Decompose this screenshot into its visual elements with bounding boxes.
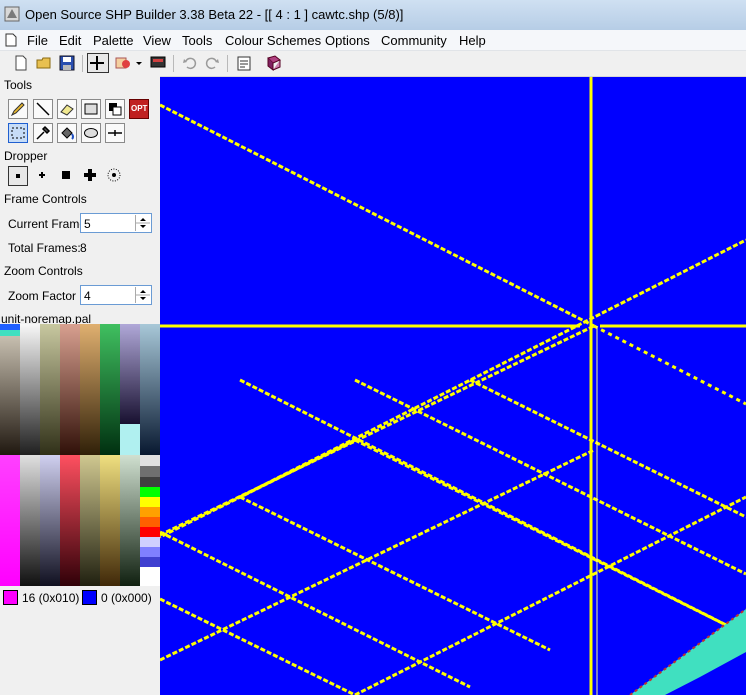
menu-tools[interactable]: Tools [182,33,212,48]
palette-grid[interactable] [0,324,160,586]
right-color-swatch[interactable] [82,590,97,605]
darken-lighten-icon[interactable] [105,99,125,119]
left-panel: Tools OPT Dropper Frame Controls Current… [0,76,160,695]
save-icon[interactable] [58,54,76,72]
opt-icon[interactable]: OPT [129,99,149,119]
single-pixel-icon[interactable] [8,166,28,186]
undo-icon[interactable] [181,54,199,72]
menu-palette[interactable]: Palette [93,33,133,48]
title-bar: Open Source SHP Builder 3.38 Beta 22 - [… [0,0,746,31]
menu-bar: File Edit Palette View Tools Colour Sche… [0,30,746,51]
menu-view[interactable]: View [143,33,171,48]
menu-file[interactable]: File [27,33,48,48]
ellipse-icon[interactable] [81,123,101,143]
tools-label: Tools [4,78,33,92]
zoom-factor-value[interactable]: 4 [84,289,91,303]
left-color-swatch[interactable] [3,590,18,605]
current-frame-label: Current Frame [8,217,87,231]
preview-icon[interactable] [114,54,132,72]
pencil-icon[interactable] [8,99,28,119]
menu-options[interactable]: Options [325,33,370,48]
current-frame-arrows[interactable] [135,215,150,231]
round-brush-icon[interactable] [81,166,101,186]
crosshair-icon[interactable] [87,53,109,73]
right-color-label: 0 (0x000) [101,591,152,605]
total-frames-label: Total Frames: [8,241,81,255]
properties-icon[interactable] [235,54,253,72]
dropdown-arrow-icon[interactable] [134,54,144,72]
drawing-canvas[interactable] [160,77,746,695]
redo-icon[interactable] [203,54,221,72]
small-plus-icon[interactable] [33,166,53,186]
zoom-factor-spinner[interactable]: 4 [80,285,152,305]
flood-fill-icon[interactable] [57,123,77,143]
open-folder-icon[interactable] [35,54,53,72]
help-book-icon[interactable] [265,54,283,72]
toolbar [0,51,746,77]
dropper-label: Dropper [4,149,48,163]
app-icon [4,6,20,22]
zoom-factor-label: Zoom Factor [8,289,77,303]
square-icon[interactable] [57,166,77,186]
menu-edit[interactable]: Edit [59,33,81,48]
new-file-icon[interactable] [12,54,30,72]
total-frames-value: 8 [80,241,87,255]
dropper-icon[interactable] [33,123,53,143]
left-color-label: 16 (0x010) [22,591,80,605]
rectangle-icon[interactable] [81,99,101,119]
select-icon[interactable] [8,123,28,143]
current-frame-spinner[interactable]: 5 [80,213,152,233]
frame-controls-label: Frame Controls [4,192,87,206]
menu-community[interactable]: Community [381,33,447,48]
zoom-factor-arrows[interactable] [135,287,150,303]
document-icon[interactable] [5,33,17,47]
current-frame-value[interactable]: 5 [84,217,91,231]
menu-colour-schemes[interactable]: Colour Schemes [225,33,321,48]
eraser-icon[interactable] [57,99,77,119]
window-title: Open Source SHP Builder 3.38 Beta 22 - [… [25,7,404,22]
spray-icon[interactable] [105,166,125,186]
crosshair-line-icon[interactable] [105,123,125,143]
opt-label: OPT [131,104,148,113]
zoom-controls-label: Zoom Controls [4,264,83,278]
monitor-icon[interactable] [149,54,167,72]
menu-help[interactable]: Help [459,33,486,48]
line-icon[interactable] [33,99,53,119]
